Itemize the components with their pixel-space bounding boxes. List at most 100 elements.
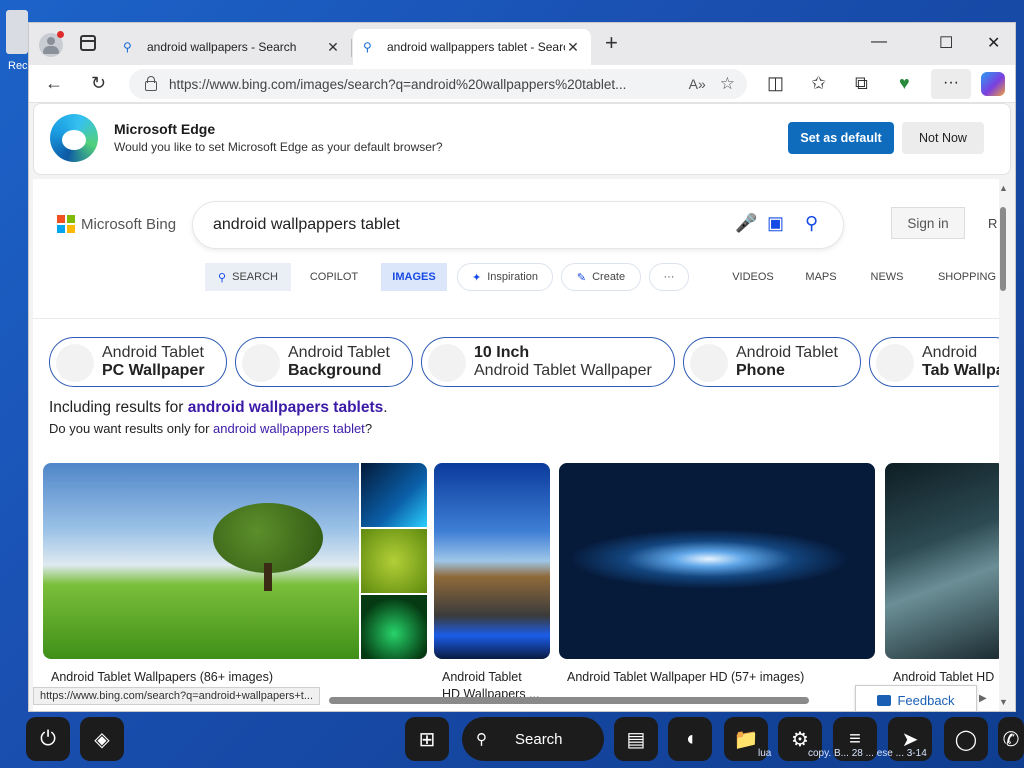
related-line2: Tab Wallpa xyxy=(922,362,999,379)
create-icon: ✎ xyxy=(576,271,587,284)
new-tab-button[interactable]: + xyxy=(605,31,618,55)
visual-search-icon[interactable]: ▣ xyxy=(767,213,784,234)
address-bar[interactable]: https://www.bing.com/images/search?q=and… xyxy=(129,69,747,99)
related-search-item[interactable]: Android Tablet PC Wallpaper xyxy=(49,337,227,387)
read-aloud-icon[interactable]: A» xyxy=(689,76,706,92)
search-box[interactable]: android wallpappers tablet 🎤 ▣ ⚲ xyxy=(193,202,843,248)
not-now-button[interactable]: Not Now xyxy=(902,122,984,154)
bing-logo-text: Microsoft Bing xyxy=(81,215,177,233)
collections-icon[interactable]: ⧉ xyxy=(855,73,868,93)
image-result-storm[interactable] xyxy=(885,463,999,659)
tab-android-wallpapers[interactable]: ⚲ android wallpapers - Search ✕ xyxy=(113,29,351,65)
storm-cliff-image xyxy=(885,463,999,659)
tab-android-wallpappers-tablet[interactable]: ⚲ android wallpappers tablet - Search ✕ xyxy=(353,29,591,65)
feedback-icon xyxy=(877,694,892,706)
image-result-collage[interactable] xyxy=(43,463,427,659)
bing-images-page: Microsoft Bing android wallpappers table… xyxy=(33,179,999,711)
nav-search[interactable]: ⚲ SEARCH xyxy=(205,263,291,291)
nav-shopping[interactable]: SHOPPING xyxy=(935,263,999,291)
browser-essentials-icon[interactable]: ♥ xyxy=(899,73,910,93)
result-caption[interactable]: Android Tablet HD xyxy=(893,669,994,686)
result-caption-line1: Android Tablet xyxy=(442,670,522,684)
search-icon[interactable]: ⚲ xyxy=(805,213,818,234)
browser-window: ⚲ android wallpapers - Search ✕ ⚲ androi… xyxy=(28,22,1016,712)
tray-text-right: copy. B... 28 ... ese ... 3-14 xyxy=(808,748,927,759)
microphone-icon[interactable]: 🎤 xyxy=(735,213,757,234)
nav-news[interactable]: NEWS xyxy=(869,263,905,291)
lock-icon[interactable] xyxy=(145,76,157,91)
bing-logo[interactable]: Microsoft Bing xyxy=(57,215,176,233)
galaxy-image xyxy=(559,463,875,659)
taskbar-search[interactable]: ⚲ Search xyxy=(462,717,604,761)
desktop-recycle-bin[interactable]: Rec xyxy=(6,10,28,72)
search-input[interactable]: android wallpappers tablet xyxy=(213,216,400,234)
power-icon[interactable]: ⏻ xyxy=(26,717,70,761)
related-search-item[interactable]: Android Tab Wallpa xyxy=(869,337,999,387)
start-windows-icon[interactable]: ⊞ xyxy=(405,717,449,761)
nav-search-label: SEARCH xyxy=(232,271,278,283)
tree-meadow-image xyxy=(43,463,359,659)
settings-more-button[interactable]: ··· xyxy=(931,69,971,99)
nav-copilot[interactable]: COPILOT xyxy=(303,263,365,291)
favorite-star-icon[interactable]: ☆ xyxy=(720,74,735,94)
back-arrow-icon[interactable]: ← xyxy=(45,73,63,93)
tab-close-icon[interactable]: ✕ xyxy=(325,39,341,56)
inspiration-icon: ✦ xyxy=(472,271,482,284)
result-caption[interactable]: Android Tablet Wallpapers (86+ images) xyxy=(51,669,273,686)
nav-inspiration[interactable]: ✦ Inspiration xyxy=(457,263,553,291)
split-screen-icon[interactable]: ◫ xyxy=(767,73,784,93)
browser-toolbar: ← ↻ https://www.bing.com/images/search?q… xyxy=(29,65,1015,103)
exact-query-link[interactable]: android wallpappers tablet xyxy=(213,421,365,436)
refresh-icon[interactable]: ↻ xyxy=(91,73,106,93)
address-url[interactable]: https://www.bing.com/images/search?q=and… xyxy=(169,77,675,92)
tab-actions-icon[interactable] xyxy=(80,35,96,51)
task-view-icon[interactable]: ▤ xyxy=(614,717,658,761)
rewards-button[interactable]: R xyxy=(988,216,997,231)
related-thumbnail xyxy=(242,344,280,382)
minimize-button[interactable]: — xyxy=(871,33,887,51)
instagram-icon[interactable]: ◯ xyxy=(944,717,988,761)
including-results-link[interactable]: android wallpapers tablets xyxy=(188,399,384,416)
nav-inspiration-label: Inspiration xyxy=(487,271,538,283)
tab-strip: ⚲ android wallpapers - Search ✕ ⚲ androi… xyxy=(29,23,1015,65)
nav-more-button[interactable]: ··· xyxy=(649,263,689,291)
edge-taskbar-icon[interactable]: ◖ xyxy=(668,717,712,761)
related-search-item[interactable]: Android Tablet Phone xyxy=(683,337,861,387)
scroll-right-arrow-icon[interactable]: ▶ xyxy=(979,693,987,704)
scroll-thumb[interactable] xyxy=(1000,207,1006,291)
including-results-notice: Including results for android wallpapers… xyxy=(49,399,388,417)
image-result-beach[interactable] xyxy=(434,463,550,659)
result-caption[interactable]: Android Tablet Wallpaper HD (57+ images) xyxy=(567,669,804,686)
whatsapp-icon[interactable]: ✆ xyxy=(998,717,1024,761)
feedback-button[interactable]: Feedback xyxy=(855,685,977,711)
nav-create[interactable]: ✎ Create xyxy=(561,263,641,291)
close-window-button[interactable]: ✕ xyxy=(987,33,1000,53)
tab-close-icon[interactable]: ✕ xyxy=(565,39,581,56)
sign-in-button[interactable]: Sign in xyxy=(891,207,965,239)
related-search-item[interactable]: 10 Inch Android Tablet Wallpaper xyxy=(421,337,675,387)
related-line2: Background xyxy=(288,362,382,379)
favorites-icon[interactable]: ✩ xyxy=(811,73,826,93)
related-thumbnail xyxy=(876,344,914,382)
app-launcher-icon[interactable]: ◈ xyxy=(80,717,124,761)
nav-maps[interactable]: MAPS xyxy=(803,263,839,291)
only-prefix: Do you want results only for xyxy=(49,421,210,436)
infobar-message: Would you like to set Microsoft Edge as … xyxy=(114,140,443,154)
default-browser-infobar: Microsoft Edge Would you like to set Mic… xyxy=(33,103,1011,175)
set-as-default-button[interactable]: Set as default xyxy=(788,122,894,154)
copilot-icon[interactable] xyxy=(981,72,1005,96)
scroll-down-arrow-icon[interactable]: ▼ xyxy=(999,697,1008,707)
nav-images[interactable]: IMAGES xyxy=(381,263,447,291)
bing-search-icon: ⚲ xyxy=(123,40,132,54)
tab-divider xyxy=(351,39,352,57)
related-search-item[interactable]: Android Tablet Background xyxy=(235,337,413,387)
image-result-galaxy[interactable] xyxy=(559,463,875,659)
green-smoke-image xyxy=(361,595,427,659)
nav-create-label: Create xyxy=(592,271,626,283)
nav-videos[interactable]: VIDEOS xyxy=(731,263,775,291)
vertical-scrollbar[interactable]: ▲ ▼ xyxy=(999,183,1008,707)
scroll-up-arrow-icon[interactable]: ▲ xyxy=(999,183,1008,193)
maximize-button[interactable]: ☐ xyxy=(939,33,953,53)
horizontal-scroll-thumb[interactable] xyxy=(329,697,809,704)
related-line2: PC Wallpaper xyxy=(102,362,205,379)
